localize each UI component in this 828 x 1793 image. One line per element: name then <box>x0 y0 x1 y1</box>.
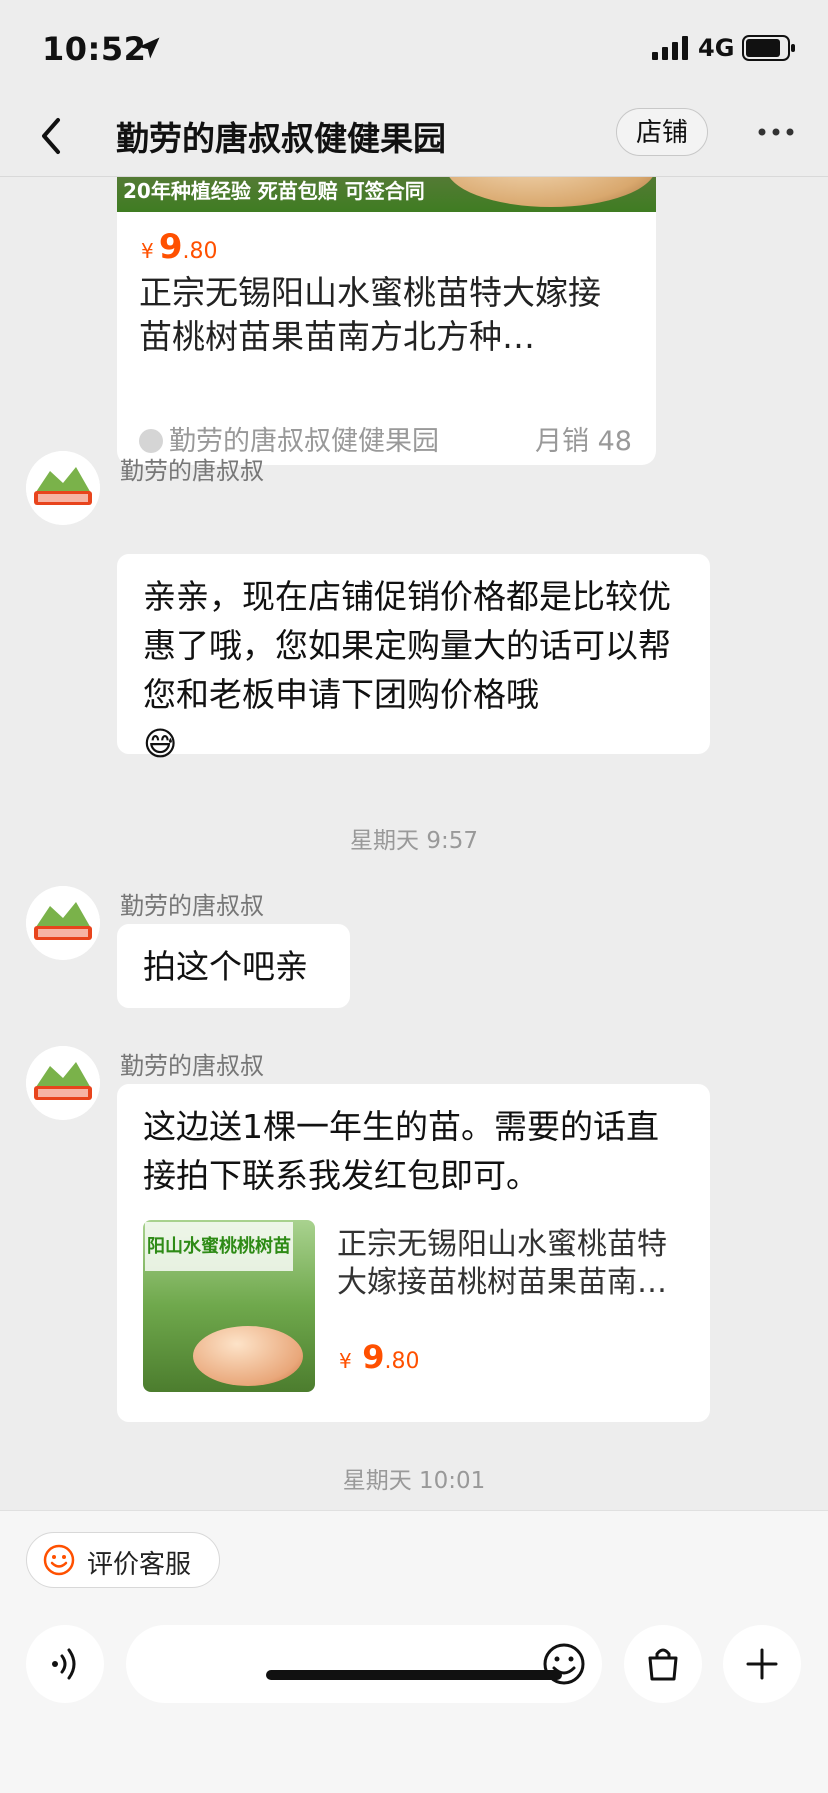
shop-bag-button[interactable] <box>624 1625 702 1703</box>
product-image: 20年种植经验 死苗包赔 可签合同 <box>117 177 656 212</box>
avatar[interactable] <box>26 1046 100 1120</box>
clock: 10:52 <box>42 30 147 68</box>
product-sales: 月销 48 <box>535 426 632 457</box>
emoji-grin-sweat-icon: 😅 <box>143 724 178 763</box>
avatar[interactable] <box>26 451 100 525</box>
more-actions-button[interactable] <box>723 1625 801 1703</box>
rate-service-button[interactable]: 评价客服 <box>26 1532 220 1588</box>
more-dots-icon[interactable] <box>756 122 796 142</box>
network-type: 4G <box>698 34 735 62</box>
peach-image <box>446 177 656 207</box>
message-input[interactable] <box>126 1625 602 1703</box>
timestamp: 星期天 10:01 <box>342 1468 486 1494</box>
nav-bar: 勤劳的唐叔叔健健果园 店铺 <box>0 100 828 177</box>
voice-button[interactable] <box>26 1625 104 1703</box>
mini-product-title: 正宗无锡阳山水蜜桃苗特大嫁接苗桃树苗果苗南… <box>337 1227 667 1300</box>
back-chevron-icon[interactable] <box>36 114 66 158</box>
shop-button[interactable]: 店铺 <box>616 108 708 156</box>
product-title: 正宗无锡阳山水蜜桃苗特大嫁接苗桃树苗果苗南方北方种… <box>139 273 601 356</box>
shop-icon <box>139 429 163 453</box>
battery-icon <box>742 35 795 61</box>
status-bar: 10:52 4G <box>0 0 828 100</box>
smile-icon <box>43 1544 75 1576</box>
mini-product-price: ¥ 9.80 <box>339 1338 420 1376</box>
peach-image <box>193 1326 303 1386</box>
timestamp: 星期天 9:57 <box>350 828 478 854</box>
product-card[interactable]: 20年种植经验 死苗包赔 可签合同 ¥ 9.80 正宗无锡阳山水蜜桃苗特大嫁接苗… <box>117 177 656 465</box>
signal-icon <box>652 36 688 60</box>
product-mini-card[interactable]: 阳山水蜜桃桃树苗 正宗无锡阳山水蜜桃苗特大嫁接苗桃树苗果苗南… ¥ 9.80 <box>143 1220 683 1392</box>
sender-name: 勤劳的唐叔叔 <box>120 457 264 485</box>
avatar[interactable] <box>26 886 100 960</box>
input-area: 评价客服 <box>0 1510 828 1793</box>
location-arrow-icon <box>138 37 160 59</box>
shopping-bag-icon <box>648 1648 678 1681</box>
product-thumbnail: 阳山水蜜桃桃树苗 <box>143 1220 315 1392</box>
message-bubble[interactable]: 这边送1棵一年生的苗。需要的话直接拍下联系我发红包即可。 阳山水蜜桃桃树苗 正宗… <box>117 1084 710 1422</box>
chat-area[interactable]: 20年种植经验 死苗包赔 可签合同 ¥ 9.80 正宗无锡阳山水蜜桃苗特大嫁接苗… <box>0 177 828 1510</box>
home-indicator <box>266 1670 562 1680</box>
plus-icon <box>746 1648 778 1680</box>
product-price: ¥ 9.80 <box>141 227 218 267</box>
sender-name: 勤劳的唐叔叔 <box>120 892 264 920</box>
product-banner: 20年种植经验 死苗包赔 可签合同 <box>123 179 425 203</box>
message-bubble[interactable]: 亲亲，现在店铺促销价格都是比较优惠了哦，您如果定购量大的话可以帮您和老板申请下团… <box>117 554 710 763</box>
message-bubble[interactable]: 拍这个吧亲 <box>117 924 350 1008</box>
voice-icon <box>52 1648 76 1680</box>
sender-name: 勤劳的唐叔叔 <box>120 1052 264 1080</box>
shop-logo-icon <box>26 451 100 525</box>
shop-logo-icon <box>26 1046 100 1120</box>
shop-logo-icon <box>26 886 100 960</box>
page-title: 勤劳的唐叔叔健健果园 <box>116 119 446 158</box>
